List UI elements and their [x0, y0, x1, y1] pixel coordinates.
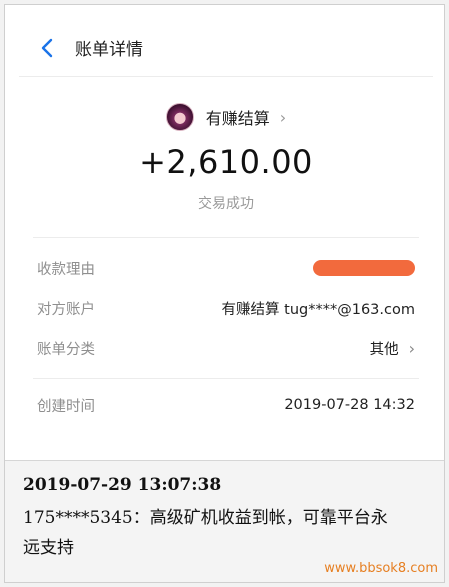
divider	[33, 237, 419, 238]
created-label: 创建时间	[37, 398, 95, 415]
category-label: 账单分类	[37, 341, 95, 358]
reason-label: 收款理由	[37, 261, 95, 278]
redaction-mark	[313, 260, 415, 276]
detail-row-counterparty: 对方账户 有赚结算 tug****@163.com	[19, 288, 433, 328]
merchant-link[interactable]: 有赚结算 ›	[19, 99, 433, 135]
caption-timestamp: 2019-07-29 13:07:38	[23, 475, 222, 495]
page-title: 账单详情	[75, 40, 143, 60]
transaction-amount: +2,610.00	[139, 143, 313, 181]
counterparty-label: 对方账户	[37, 301, 95, 318]
divider	[33, 378, 419, 379]
chevron-right-icon: ›	[279, 107, 287, 127]
merchant-name: 有赚结算	[205, 109, 270, 128]
detail-row-created: 创建时间 2019-07-28 14:32	[19, 385, 433, 425]
detail-row-reason: 收款理由	[19, 248, 433, 288]
top-nav-bar: 账单详情	[19, 19, 433, 77]
screenshot-frame: 账单详情 有赚结算 › +2,610.00 交易成功 收款理由 对方账户 有赚结…	[4, 4, 445, 583]
avatar	[165, 103, 194, 131]
caption-panel: 2019-07-29 13:07:38 175****5345：高级矿机收益到帐…	[5, 460, 444, 582]
detail-row-category[interactable]: 账单分类 其他 ›	[19, 328, 433, 368]
detail-list: 收款理由 对方账户 有赚结算 tug****@163.com 账单分类 其他 ›	[19, 248, 433, 368]
created-value: 2019-07-28 14:32	[284, 397, 415, 413]
counterparty-value: 有赚结算 tug****@163.com	[221, 301, 415, 318]
detail-row-cut-off	[19, 425, 433, 453]
chevron-right-icon: ›	[408, 338, 415, 358]
category-value: 其他	[369, 341, 399, 358]
category-value-wrap: 其他 ›	[370, 338, 415, 359]
caption-text: 175****5345：高级矿机收益到帐，可靠平台永远支持	[23, 508, 388, 558]
back-arrow-icon[interactable]	[27, 28, 67, 68]
transaction-status: 交易成功	[198, 196, 254, 212]
bill-detail-screen: 账单详情 有赚结算 › +2,610.00 交易成功 收款理由 对方账户 有赚结…	[19, 19, 433, 465]
site-watermark: www.bbsok8.com	[324, 561, 438, 576]
